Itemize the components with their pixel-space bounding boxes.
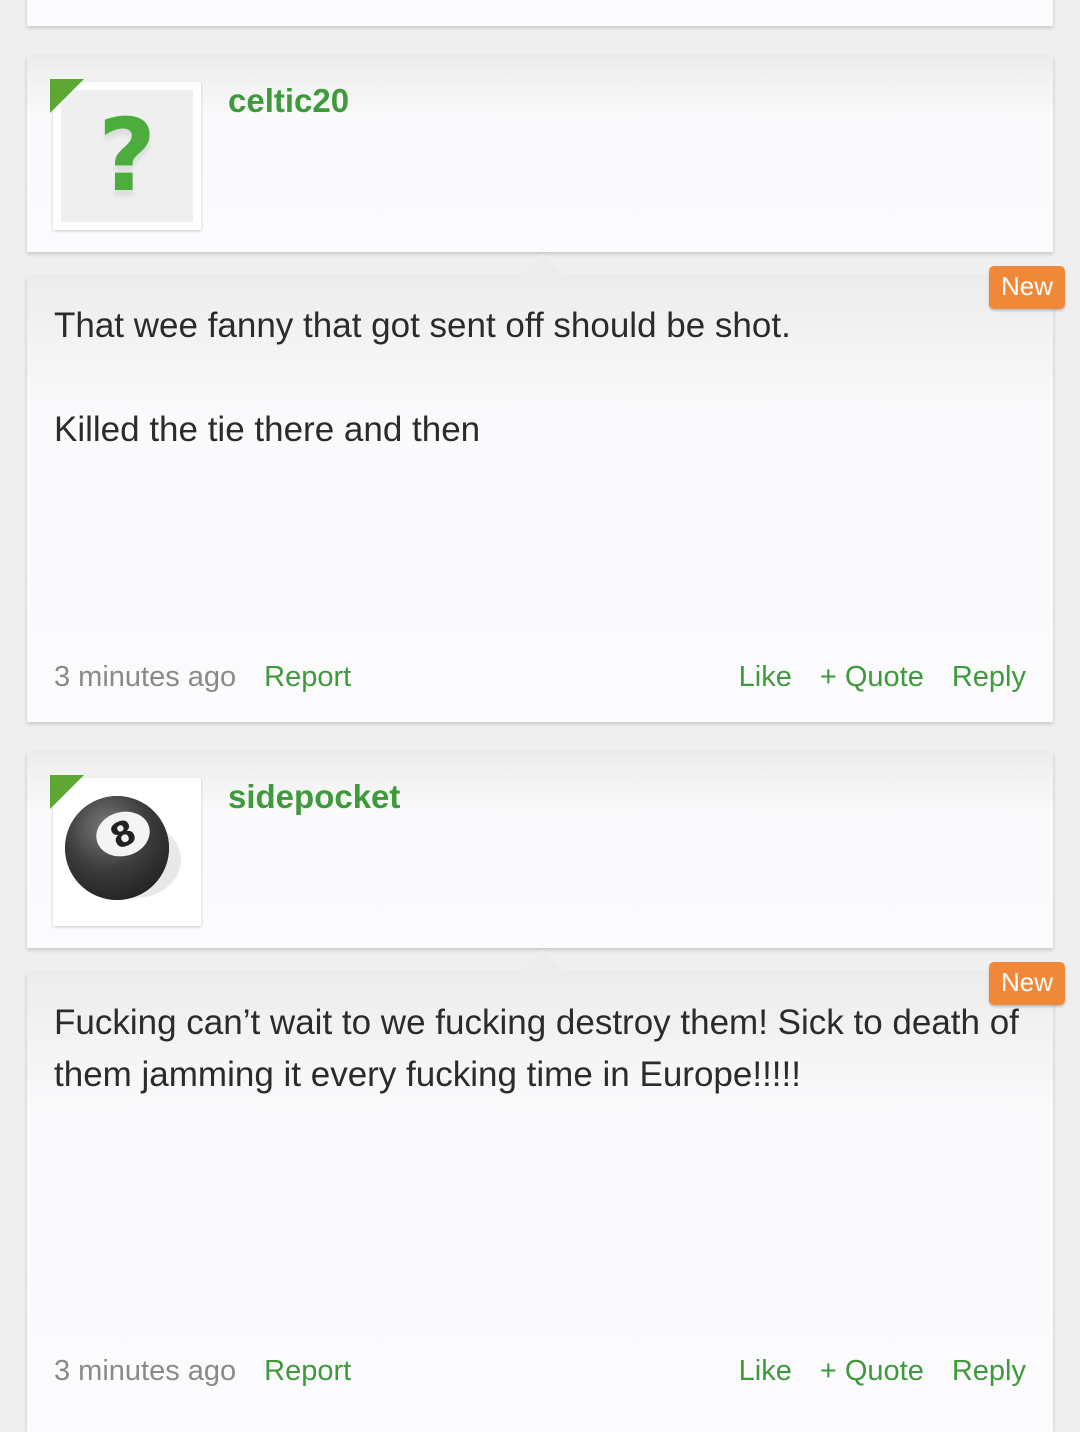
post-author-card: 8 sidepocket (27, 752, 1053, 948)
post-author-card: ? celtic20 (27, 56, 1053, 252)
speech-pointer (521, 950, 565, 972)
post-body-card: New Fucking can’t wait to we fucking des… (27, 950, 1065, 1432)
post-text: That wee fanny that got sent off should … (54, 300, 1023, 456)
reply-button[interactable]: Reply (952, 661, 1026, 694)
avatar[interactable]: ? (50, 79, 201, 230)
quote-button[interactable]: + Quote (820, 1355, 924, 1388)
post-timestamp: 3 minutes ago (54, 1355, 237, 1387)
post-timestamp: 3 minutes ago (54, 661, 237, 693)
report-link[interactable]: Report (264, 661, 351, 694)
previous-post-card (27, 0, 1053, 26)
post-footer: 3 minutes ago Report Like + Quote Reply (54, 1355, 1026, 1388)
post-text-line: Fucking can’t wait to we fucking destroy… (54, 1003, 1019, 1094)
online-corner-indicator (50, 79, 84, 113)
report-link[interactable]: Report (264, 1355, 351, 1388)
like-button[interactable]: Like (739, 661, 792, 694)
username[interactable]: celtic20 (228, 82, 349, 120)
post-text-line: That wee fanny that got sent off should … (54, 306, 791, 345)
username[interactable]: sidepocket (228, 778, 400, 816)
post-body-card: New That wee fanny that got sent off sho… (27, 254, 1065, 722)
post-text-line: Killed the tie there and then (54, 410, 481, 449)
speech-pointer (521, 254, 565, 276)
post-text: Fucking can’t wait to we fucking destroy… (54, 997, 1023, 1101)
like-button[interactable]: Like (739, 1355, 792, 1388)
post-footer: 3 minutes ago Report Like + Quote Reply (54, 661, 1026, 694)
reply-button[interactable]: Reply (952, 1355, 1026, 1388)
online-corner-indicator (50, 775, 84, 809)
quote-button[interactable]: + Quote (820, 661, 924, 694)
avatar[interactable]: 8 (50, 775, 201, 926)
